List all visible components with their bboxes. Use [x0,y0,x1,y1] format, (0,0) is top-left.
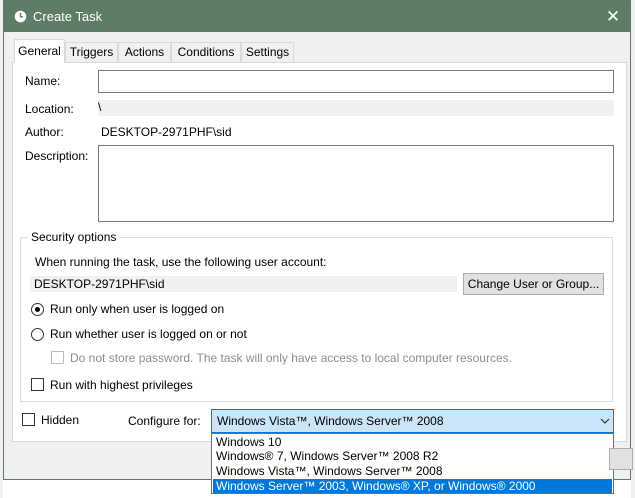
configure-for-value: Windows Vista™, Windows Server™ 2008 [217,414,444,428]
chevron-down-icon [600,418,610,424]
account-prompt: When running the task, use the following… [35,255,327,269]
dropdown-option[interactable]: Windows® 7, Windows Server™ 2008 R2 [213,449,612,463]
location-field: \ [98,100,614,116]
tab-triggers[interactable]: Triggers [65,42,118,62]
run-logged-on-radio[interactable] [31,303,44,316]
user-account-field: DESKTOP-2971PHF\sid [30,276,457,292]
configure-for-dropdown-list: Windows 10 Windows® 7, Windows Server™ 2… [211,433,614,494]
tab-triggers-label: Triggers [69,45,114,59]
description-textarea[interactable] [98,145,614,222]
title-bar[interactable]: Create Task ✕ [4,1,630,32]
description-label: Description: [25,149,89,163]
tab-general-label: General [18,44,61,58]
hidden-checkbox[interactable] [22,413,35,426]
tab-settings[interactable]: Settings [241,42,294,62]
location-value: \ [98,100,102,114]
no-store-password-checkbox[interactable] [51,351,64,364]
partially-hidden-button[interactable] [609,448,633,470]
background-window-edge-right [631,0,635,498]
close-icon: ✕ [605,7,621,26]
change-user-button[interactable]: Change User or Group... [463,273,604,295]
author-label: Author: [25,125,64,139]
security-options-title: Security options [28,230,120,244]
name-label: Name: [25,74,61,88]
run-logged-on-label[interactable]: Run only when user is logged on [50,302,224,316]
dropdown-option-selected[interactable]: Windows Server™ 2003, Windows® XP, or Wi… [213,479,612,493]
tab-actions[interactable]: Actions [118,42,171,62]
run-whether-label[interactable]: Run whether user is logged on or not [50,327,247,341]
tab-conditions[interactable]: Conditions [171,42,241,62]
user-account-value: DESKTOP-2971PHF\sid [34,277,165,291]
configure-for-select[interactable]: Windows Vista™, Windows Server™ 2008 [211,409,614,433]
dropdown-option[interactable]: Windows 10 [213,435,612,449]
highest-privileges-label[interactable]: Run with highest privileges [50,378,193,392]
dropdown-option[interactable]: Windows Vista™, Windows Server™ 2008 [213,464,612,478]
highest-privileges-checkbox[interactable] [31,378,44,391]
configure-for-label: Configure for: [128,414,201,428]
tab-general[interactable]: General [14,39,65,63]
tab-settings-label: Settings [245,45,290,59]
tab-conditions-label: Conditions [177,45,235,59]
location-label: Location: [25,102,74,116]
close-button[interactable]: ✕ [600,5,626,28]
window-title: Create Task [33,9,103,24]
tab-actions-label: Actions [124,45,165,59]
run-whether-radio[interactable] [31,328,44,341]
hidden-label[interactable]: Hidden [41,413,79,427]
clock-icon [14,10,27,23]
author-value: DESKTOP-2971PHF\sid [101,125,232,139]
name-input[interactable] [98,70,614,93]
no-store-password-label: Do not store password. The task will onl… [70,351,512,365]
